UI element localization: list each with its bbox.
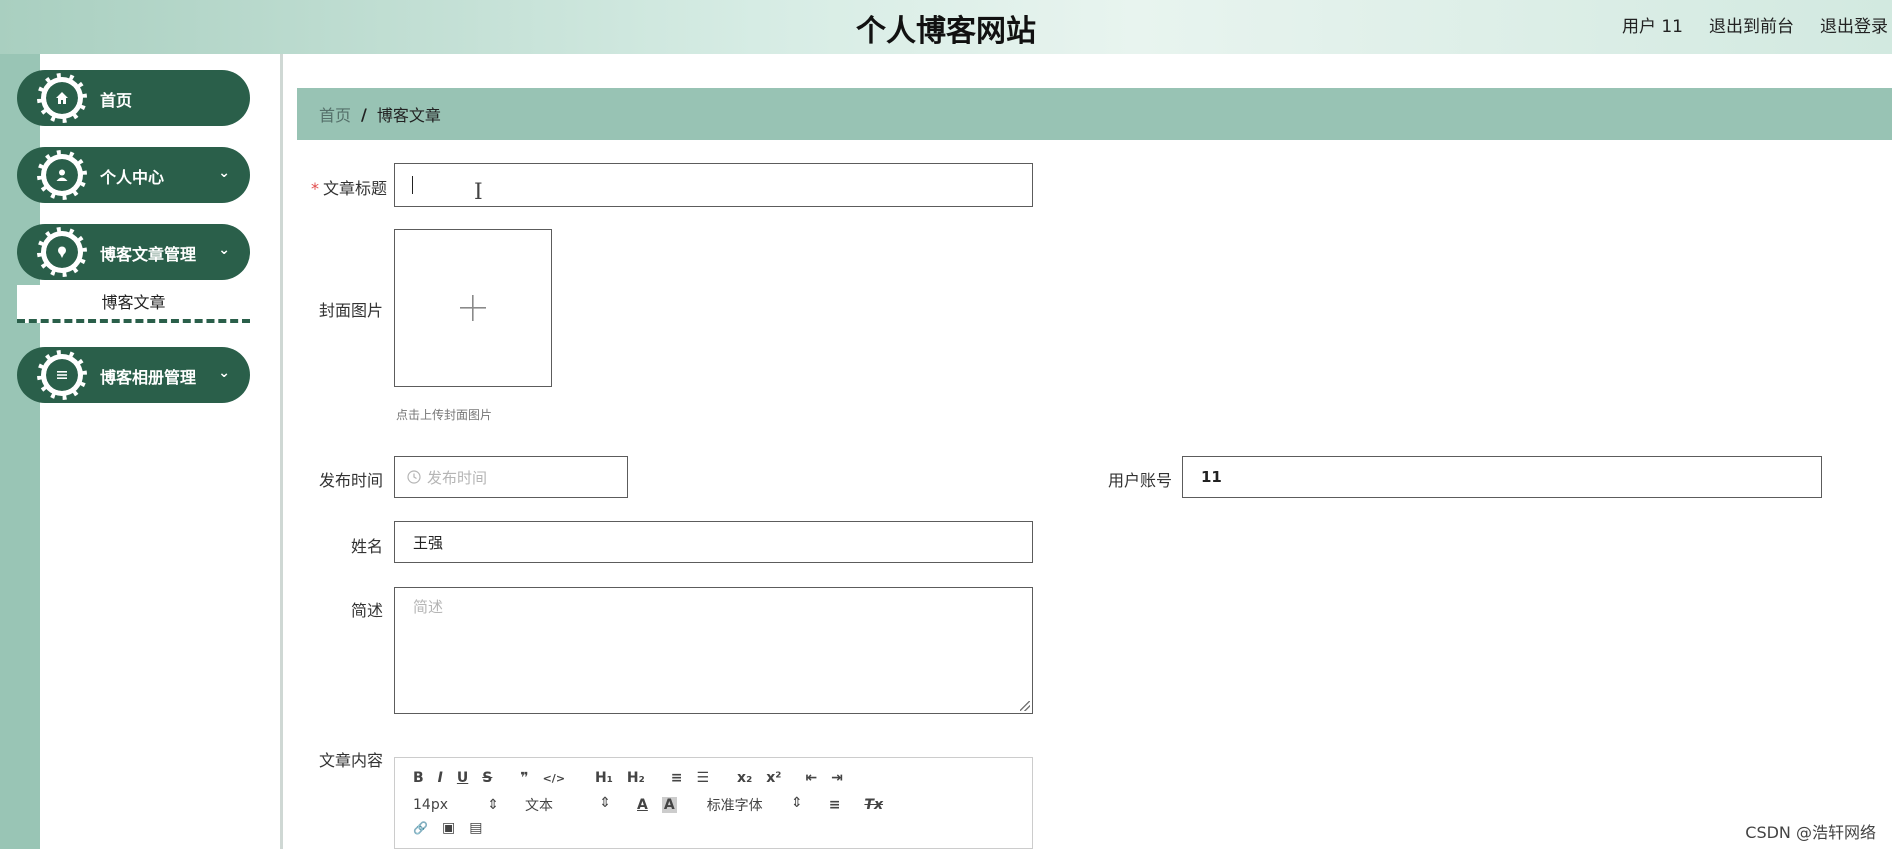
sidebar-item-home[interactable]: 首页	[17, 70, 250, 126]
publish-time-picker[interactable]: 发布时间	[394, 456, 628, 498]
cover-upload-hint: 点击上传封面图片	[396, 408, 493, 422]
sidebar-item-label: 博客文章管理	[100, 245, 197, 264]
header-links: 用户 11 退出到前台 退出登录	[1622, 12, 1888, 37]
sidebar-subitem-blog-articles[interactable]: 博客文章	[17, 285, 250, 323]
text-style-select[interactable]: 文本 ⇕	[525, 795, 611, 815]
ordered-list-button[interactable]: ≡	[671, 770, 683, 786]
background-color-button[interactable]: A	[661, 797, 677, 813]
breadcrumb: 首页 / 博客文章	[297, 88, 1892, 140]
mouse-cursor-icon: I	[474, 180, 483, 205]
sidebar-item-label: 个人中心	[100, 168, 165, 187]
plus-icon	[460, 295, 486, 321]
chevron-down-icon: ⌄	[218, 365, 230, 381]
bold-button[interactable]: B	[413, 770, 424, 786]
heading1-button[interactable]: H₁	[595, 770, 613, 786]
sidebar-item-personal-center[interactable]: 个人中心 ⌄	[17, 147, 250, 203]
chevron-down-icon: ⌄	[218, 165, 230, 181]
blockquote-button[interactable]: ❞	[520, 770, 528, 786]
cover-upload-button[interactable]	[394, 229, 552, 387]
frontend-link[interactable]: 退出到前台	[1709, 12, 1794, 37]
user-label: 用户 11	[1621, 17, 1683, 37]
outdent-button[interactable]: ⇤	[805, 770, 817, 786]
home-icon	[56, 92, 68, 104]
cover-label: 封面图片	[318, 301, 383, 320]
align-button[interactable]: ≡	[829, 797, 841, 813]
site-title: 个人博客网站	[856, 14, 1036, 49]
sidebar: 首页 个人中心 ⌄ 博客文章管理 ⌄ 博客文章 博客相册管理 ⌄	[17, 54, 283, 849]
content-label: 文章内容	[318, 751, 383, 770]
video-icon[interactable]: ▤	[469, 820, 482, 836]
sidebar-item-label: 博客相册管理	[100, 368, 197, 387]
editor-toolbar-row-1: B I U S ❞ </> H₁ H₂ ≡ ☰ x₂ x² ⇤ ⇥	[413, 770, 857, 786]
text-caret	[412, 176, 413, 194]
title-label: * 文章标题	[310, 179, 387, 198]
top-header: 个人博客网站 用户 11 退出到前台 退出登录	[0, 0, 1892, 54]
breadcrumb-separator: /	[361, 104, 367, 124]
font-color-button[interactable]: A	[637, 797, 648, 813]
editor-toolbar-row-3: 🔗 ▣ ▤	[413, 820, 496, 836]
underline-button[interactable]: U	[457, 770, 468, 786]
font-family-select[interactable]: 标准字体 ⇕	[707, 795, 803, 815]
heading2-button[interactable]: H₂	[627, 770, 645, 786]
sidebar-item-article-management[interactable]: 博客文章管理 ⌄	[17, 224, 250, 280]
superscript-button[interactable]: x²	[766, 770, 781, 786]
strike-button[interactable]: S	[482, 770, 492, 786]
resize-grip-icon[interactable]	[1020, 701, 1030, 711]
rich-text-editor[interactable]: B I U S ❞ </> H₁ H₂ ≡ ☰ x₂ x² ⇤ ⇥ 14px ⇕ …	[394, 757, 1033, 849]
menu-icon	[57, 371, 67, 379]
chevron-down-icon: ⌄	[218, 242, 230, 258]
breadcrumb-current: 博客文章	[376, 106, 441, 125]
account-label: 用户账号	[1107, 471, 1172, 490]
pin-icon	[58, 246, 66, 258]
name-label: 姓名	[350, 537, 383, 556]
name-input[interactable]: 王强	[394, 521, 1033, 563]
clock-icon	[407, 470, 421, 484]
title-input[interactable]	[394, 163, 1033, 207]
image-icon[interactable]: ▣	[442, 820, 455, 836]
sidebar-icon-ring	[37, 227, 87, 277]
clear-format-button[interactable]: Tx	[864, 797, 883, 813]
italic-button[interactable]: I	[438, 770, 443, 786]
sidebar-item-label: 首页	[100, 91, 133, 110]
editor-toolbar-row-2: 14px ⇕ 文本 ⇕ A A 标准字体 ⇕ ≡ Tx	[413, 795, 897, 815]
sidebar-item-album-management[interactable]: 博客相册管理 ⌄	[17, 347, 250, 403]
user-icon	[56, 169, 68, 181]
required-mark: *	[310, 179, 319, 198]
breadcrumb-home[interactable]: 首页	[319, 102, 351, 126]
bullet-list-button[interactable]: ☰	[696, 770, 709, 786]
publish-time-label: 发布时间	[318, 471, 383, 490]
subscript-button[interactable]: x₂	[737, 770, 752, 786]
link-icon[interactable]: 🔗	[413, 821, 428, 835]
summary-label: 简述	[350, 601, 383, 620]
account-input[interactable]: 11	[1182, 456, 1822, 498]
sidebar-icon-ring	[37, 73, 87, 123]
indent-button[interactable]: ⇥	[831, 770, 843, 786]
summary-textarea[interactable]: 简述	[394, 587, 1033, 714]
sidebar-icon-ring	[37, 150, 87, 200]
logout-link[interactable]: 退出登录	[1820, 12, 1888, 37]
font-size-select[interactable]: 14px ⇕	[413, 797, 499, 813]
code-block-button[interactable]: </>	[543, 772, 565, 785]
sidebar-icon-ring	[37, 350, 87, 400]
watermark: CSDN @浩轩网络	[1741, 819, 1880, 843]
